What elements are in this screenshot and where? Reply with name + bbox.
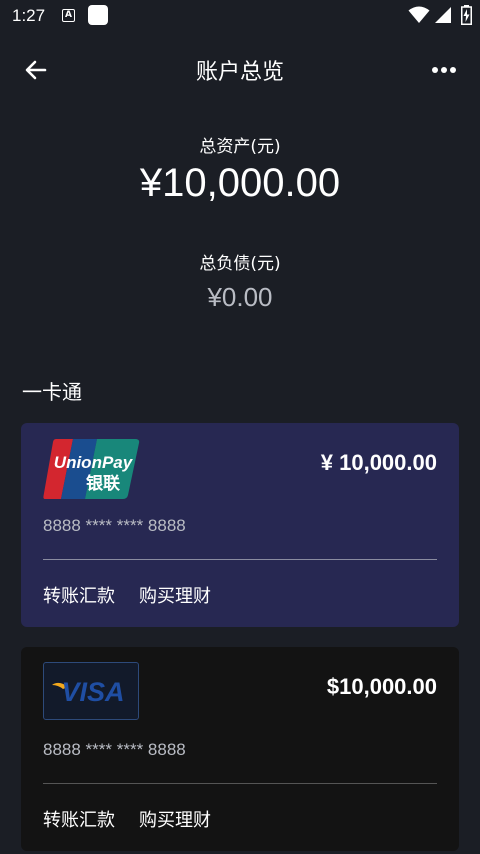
buy-wealth-management-button[interactable]: 购买理财 bbox=[139, 806, 211, 832]
unionpay-card[interactable]: UnionPay 银联 ¥ 10,000.00 8888 **** **** 8… bbox=[21, 423, 459, 627]
account-overview-screen: 1:27 A 账户总览 总资产(元) ¥10,000.00 总负债(元) ¥0.… bbox=[0, 0, 480, 854]
app-notification-icon bbox=[88, 5, 108, 25]
visa-logo: VISA bbox=[43, 662, 139, 720]
visa-logo-text: VISA bbox=[61, 677, 124, 707]
card-balance: $10,000.00 bbox=[326, 674, 437, 699]
status-bar: 1:27 A bbox=[0, 0, 480, 32]
card-number: 8888 **** **** 8888 bbox=[43, 740, 186, 759]
cell-signal-icon bbox=[435, 7, 451, 23]
app-bar: 账户总览 bbox=[0, 38, 480, 100]
section-title: 一卡通 bbox=[22, 380, 82, 404]
buy-wealth-management-button[interactable]: 购买理财 bbox=[139, 582, 211, 608]
a-notification-icon: A bbox=[62, 9, 75, 22]
transfer-button[interactable]: 转账汇款 bbox=[43, 806, 115, 832]
total-assets-value: ¥10,000.00 bbox=[139, 161, 341, 205]
total-assets-label: 总资产(元) bbox=[199, 137, 281, 157]
more-options-button[interactable] bbox=[426, 52, 462, 88]
unionpay-logo-text: UnionPay bbox=[54, 453, 134, 472]
transfer-button[interactable]: 转账汇款 bbox=[43, 582, 115, 608]
unionpay-logo-cn: 银联 bbox=[86, 473, 120, 494]
total-debt-label: 总负债(元) bbox=[199, 254, 281, 274]
status-time: 1:27 bbox=[12, 6, 46, 25]
wifi-icon bbox=[408, 6, 430, 23]
page-title: 账户总览 bbox=[195, 60, 284, 85]
unionpay-logo: UnionPay 银联 bbox=[43, 438, 141, 504]
battery-icon bbox=[461, 5, 472, 25]
card-number: 8888 **** **** 8888 bbox=[43, 516, 186, 535]
card-divider bbox=[43, 559, 437, 560]
card-balance: ¥ 10,000.00 bbox=[320, 450, 437, 475]
card-divider bbox=[43, 783, 437, 784]
visa-card[interactable]: VISA $10,000.00 8888 **** **** 8888 转账汇款… bbox=[21, 647, 459, 851]
total-debt-value: ¥0.00 bbox=[207, 282, 273, 312]
more-horizontal-icon bbox=[432, 67, 456, 73]
